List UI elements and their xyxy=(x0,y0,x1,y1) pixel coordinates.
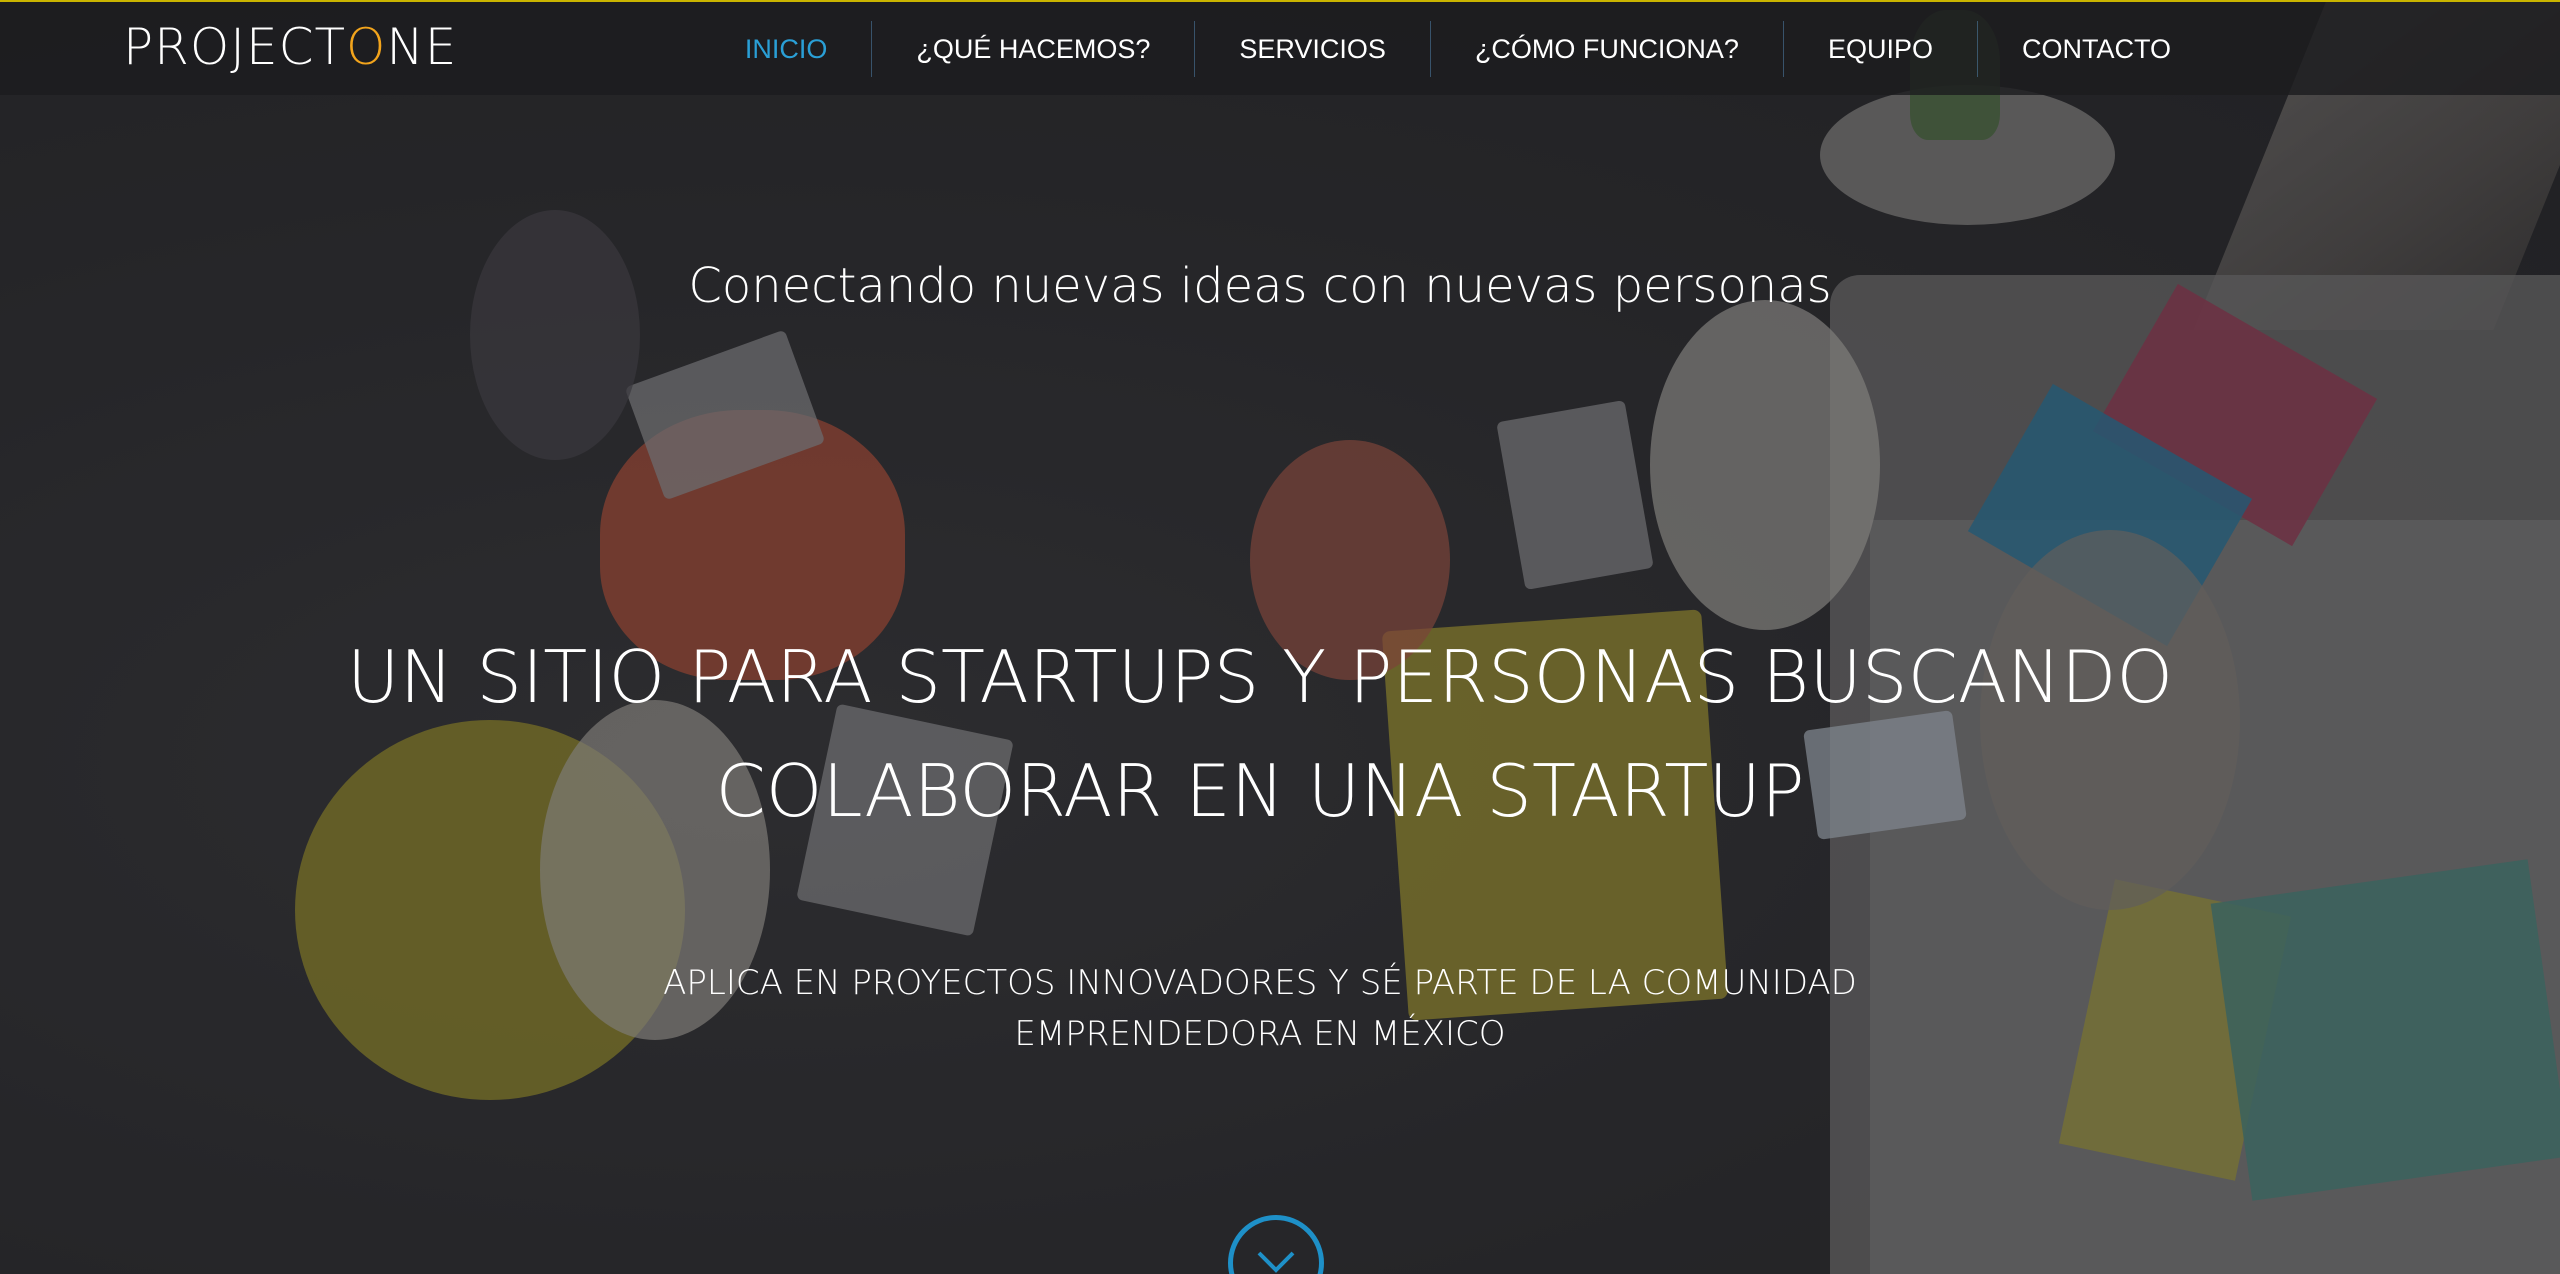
nav-item-inicio[interactable]: INICIO xyxy=(701,21,872,77)
top-navbar: PROJECTONE INICIO ¿QUÉ HACEMOS? SERVICIO… xyxy=(0,0,2560,95)
hero-headline-line-2: COLABORAR EN UNA STARTUP xyxy=(715,749,1805,833)
nav-item-servicios[interactable]: SERVICIOS xyxy=(1194,20,1430,77)
main-nav: INICIO ¿QUÉ HACEMOS? SERVICIOS ¿CÓMO FUN… xyxy=(701,2,2215,95)
hero-headline: UN SITIO PARA STARTUPS Y PERSONAS BUSCAN… xyxy=(280,620,2240,848)
page: PROJECTONE INICIO ¿QUÉ HACEMOS? SERVICIO… xyxy=(0,0,2560,1274)
logo-text-suffix: NE xyxy=(386,18,458,76)
hero-subline: APLICA EN PROYECTOS INNOVADORES Y SÉ PAR… xyxy=(560,958,1960,1060)
chevron-down-icon xyxy=(1257,1251,1295,1273)
hero-tagline: Conectando nuevas ideas con nuevas perso… xyxy=(688,258,1832,314)
projectone-logo[interactable]: PROJECTONE xyxy=(123,17,457,77)
nav-item-que-hacemos[interactable]: ¿QUÉ HACEMOS? xyxy=(871,20,1194,77)
logo-text-o: O xyxy=(346,18,387,76)
hero-headline-line-1: UN SITIO PARA STARTUPS Y PERSONAS BUSCAN… xyxy=(346,635,2174,719)
hero-subline-line-1: APLICA EN PROYECTOS INNOVADORES Y SÉ PAR… xyxy=(663,963,1857,1003)
hero-subline-line-2: EMPRENDEDORA EN MÉXICO xyxy=(1014,1014,1506,1054)
nav-item-contacto[interactable]: CONTACTO xyxy=(1976,20,2215,77)
nav-item-como-funciona[interactable]: ¿CÓMO FUNCIONA? xyxy=(1429,20,1783,77)
nav-item-equipo[interactable]: EQUIPO xyxy=(1782,20,1977,77)
logo-text-prefix: PROJECT xyxy=(123,18,347,76)
